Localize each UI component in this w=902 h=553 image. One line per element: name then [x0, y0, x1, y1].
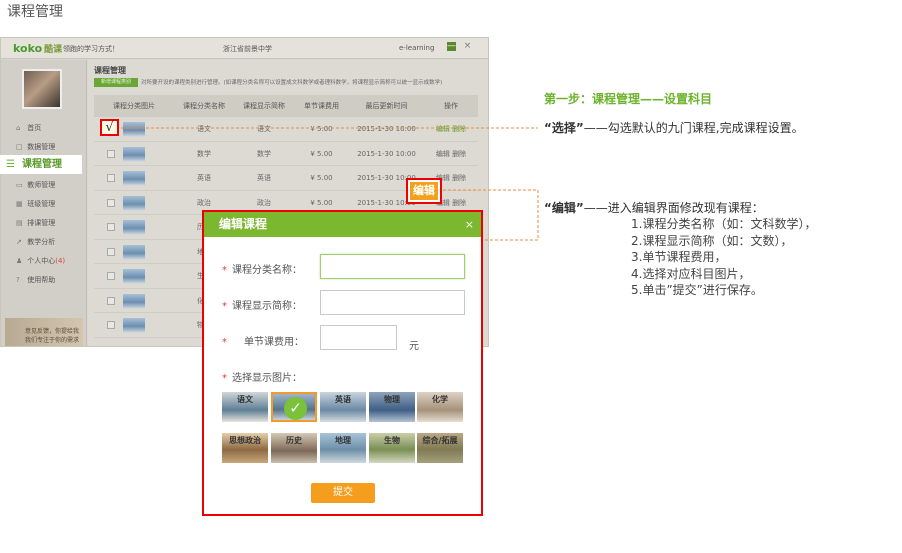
subject-image-option[interactable]: 生物: [369, 433, 415, 463]
step-select-desc: ——勾选默认的九门课程,完成课程设置。: [583, 121, 804, 135]
step-edit-item: 4.选择对应科目图片，: [631, 266, 751, 281]
subject-image-label: 生物: [384, 435, 400, 445]
check-icon: ✓: [284, 397, 307, 420]
step-select-text: “选择”——勾选默认的九门课程,完成课程设置。: [544, 119, 804, 136]
step-edit-desc: ——进入编辑界面修改现有课程：: [583, 201, 764, 215]
short-name-input[interactable]: [320, 290, 465, 315]
step-edit-item: 2.课程显示简称（如：文数），: [631, 233, 793, 248]
fee-unit: 元: [409, 341, 419, 352]
subject-image-label: 化学: [432, 394, 448, 404]
subject-image-label: 历史: [286, 435, 302, 445]
subject-image-label: 综合/拓展: [422, 435, 458, 445]
image-select-label: * 选择显示图片：: [222, 373, 302, 384]
category-name-label: * 课程分类名称：: [222, 265, 302, 276]
subject-image-option[interactable]: 英语: [320, 392, 366, 422]
subject-image-label: 语文: [237, 394, 253, 404]
edit-course-dialog: 编辑课程 × * 课程分类名称： * 课程显示简称： * 单节课费用： 元 * 选择显示…: [202, 210, 483, 516]
subject-image-label: 思想政治: [229, 435, 261, 445]
subject-image-option[interactable]: ✓: [271, 392, 317, 422]
subject-image-label: 地理: [335, 435, 351, 445]
subject-image-label: 物理: [384, 394, 400, 404]
step-title: 第一步：课程管理——设置科目: [544, 92, 713, 106]
subject-image-option[interactable]: 化学: [417, 392, 463, 422]
short-name-label: * 课程显示简称：: [222, 301, 302, 312]
category-name-input[interactable]: [320, 254, 465, 279]
dialog-title: 编辑课程: [219, 217, 268, 231]
fee-label: * 单节课费用：: [222, 337, 304, 348]
step-edit-item: 1.课程分类名称（如：文科数学），: [631, 217, 817, 231]
fee-input[interactable]: [320, 325, 397, 350]
edit-button-highlight[interactable]: 编辑: [406, 178, 442, 204]
subject-image-option[interactable]: 物理: [369, 392, 415, 422]
step-select-key: “选择”: [544, 121, 584, 135]
subject-image-label: 英语: [335, 394, 351, 404]
dialog-header: 编辑课程 ×: [204, 212, 481, 237]
step-edit-list: 1.课程分类名称（如：文科数学）， 2.课程显示简称（如：文数）， 3.单节课程…: [631, 216, 816, 299]
select-checkbox-highlight[interactable]: √: [100, 119, 119, 136]
step-edit-text: “编辑”——进入编辑界面修改现有课程：: [544, 199, 764, 216]
subject-image-option[interactable]: 思想政治: [222, 433, 268, 463]
step-edit-item: 5.单击”提交”进行保存。: [631, 283, 763, 297]
step-edit-item: 3.单节课程费用，: [631, 250, 727, 264]
submit-button[interactable]: 提交: [311, 483, 375, 503]
close-icon[interactable]: ×: [465, 212, 474, 237]
step-edit-key: “编辑”: [544, 201, 584, 215]
subject-image-option[interactable]: 语文: [222, 392, 268, 422]
edit-button-label: 编辑: [410, 182, 438, 200]
subject-image-option[interactable]: 历史: [271, 433, 317, 463]
subject-image-option[interactable]: 综合/拓展: [417, 433, 463, 463]
subject-image-option[interactable]: 地理: [320, 433, 366, 463]
